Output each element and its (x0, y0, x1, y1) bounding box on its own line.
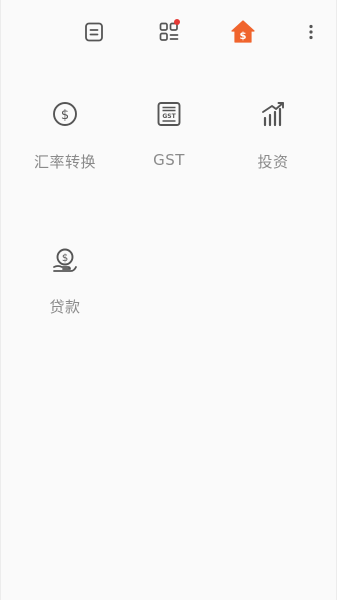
list-button[interactable] (80, 18, 108, 46)
tool-label: GST (153, 151, 185, 169)
apps-button[interactable] (155, 18, 183, 46)
top-toolbar: $ (1, 0, 337, 62)
tool-loan[interactable]: $ 贷款 (25, 246, 105, 326)
svg-text:$: $ (62, 253, 68, 264)
tool-label: 贷款 (49, 298, 81, 316)
tool-gst[interactable]: GST GST (129, 99, 209, 179)
gst-calculator-icon: GST (154, 99, 184, 129)
list-icon (85, 22, 103, 42)
loan-hand-coin-icon: $ (50, 246, 80, 276)
more-vertical-icon (309, 24, 313, 40)
app-screen: $ $ 汇率转换 GST GST 投资 $ 贷款 (0, 0, 337, 600)
tool-currency-exchange[interactable]: $ 汇率转换 (25, 99, 105, 179)
home-dollar-icon: $ (231, 20, 255, 43)
currency-exchange-icon: $ (50, 99, 80, 129)
tool-label: 汇率转换 (33, 153, 96, 171)
svg-text:$: $ (61, 108, 69, 123)
tool-label: 投资 (257, 153, 289, 171)
tool-investment[interactable]: 投资 (233, 99, 313, 179)
svg-text:GST: GST (162, 113, 176, 120)
home-button[interactable]: $ (229, 18, 257, 46)
investment-chart-icon (258, 99, 288, 129)
svg-text:$: $ (240, 31, 247, 42)
notification-dot (174, 19, 180, 25)
more-button[interactable] (297, 18, 325, 46)
